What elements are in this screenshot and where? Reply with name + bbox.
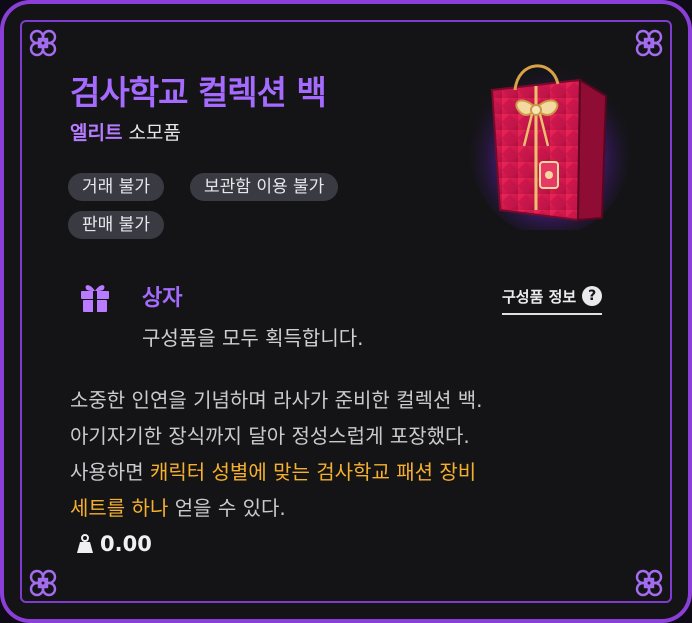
- corner-ornament-icon: [632, 566, 666, 600]
- description-highlight-1: 캐릭터 성별에 맞는 검사학교 패션 장비: [149, 460, 477, 484]
- components-info-underline: [502, 313, 603, 315]
- tag-no-sale: 판매 불가: [68, 211, 164, 239]
- tag-no-trade: 거래 불가: [68, 173, 164, 201]
- description-line-3-prefix: 사용하면: [70, 460, 150, 484]
- box-description: 구성품을 모두 획득합니다.: [142, 326, 364, 350]
- question-icon[interactable]: ?: [582, 286, 603, 306]
- item-grade: 엘리트: [70, 122, 123, 144]
- box-type: 상자: [142, 286, 183, 311]
- weight-icon: [77, 534, 93, 553]
- description-line-4-suffix: 얻을 수 있다.: [168, 496, 286, 520]
- components-info-button[interactable]: 구성품 정보 ?: [502, 282, 603, 315]
- item-image: [470, 50, 630, 236]
- corner-ornament-icon: [26, 26, 60, 60]
- description-line-2: 아기자기한 장식까지 달아 정성스럽게 포장했다.: [70, 424, 470, 448]
- item-name: 검사학교 컬렉션 백: [70, 73, 327, 112]
- description-line-1: 소중한 인연을 기념하며 라사가 준비한 컬렉션 백.: [70, 388, 483, 412]
- description-highlight-2: 세트를 하나: [70, 496, 169, 520]
- item-weight: 0.00: [76, 532, 152, 556]
- description-line-3: 사용하면 캐릭터 성별에 맞는 검사학교 패션 장비: [70, 454, 630, 490]
- components-info-label: 구성품 정보: [502, 287, 577, 306]
- corner-ornament-icon: [632, 26, 666, 60]
- gift-icon: [78, 280, 112, 314]
- tag-no-storage: 보관함 이용 불가: [190, 173, 339, 201]
- corner-ornament-icon: [26, 566, 60, 600]
- item-category: 소모품: [128, 122, 181, 144]
- item-description: 소중한 인연을 기념하며 라사가 준비한 컬렉션 백. 아기자기한 장식까지 달…: [70, 382, 630, 526]
- item-grade-category: 엘리트 소모품: [70, 118, 181, 145]
- description-line-4: 세트를 하나 얻을 수 있다.: [70, 490, 630, 526]
- weight-value: 0.00: [100, 532, 152, 556]
